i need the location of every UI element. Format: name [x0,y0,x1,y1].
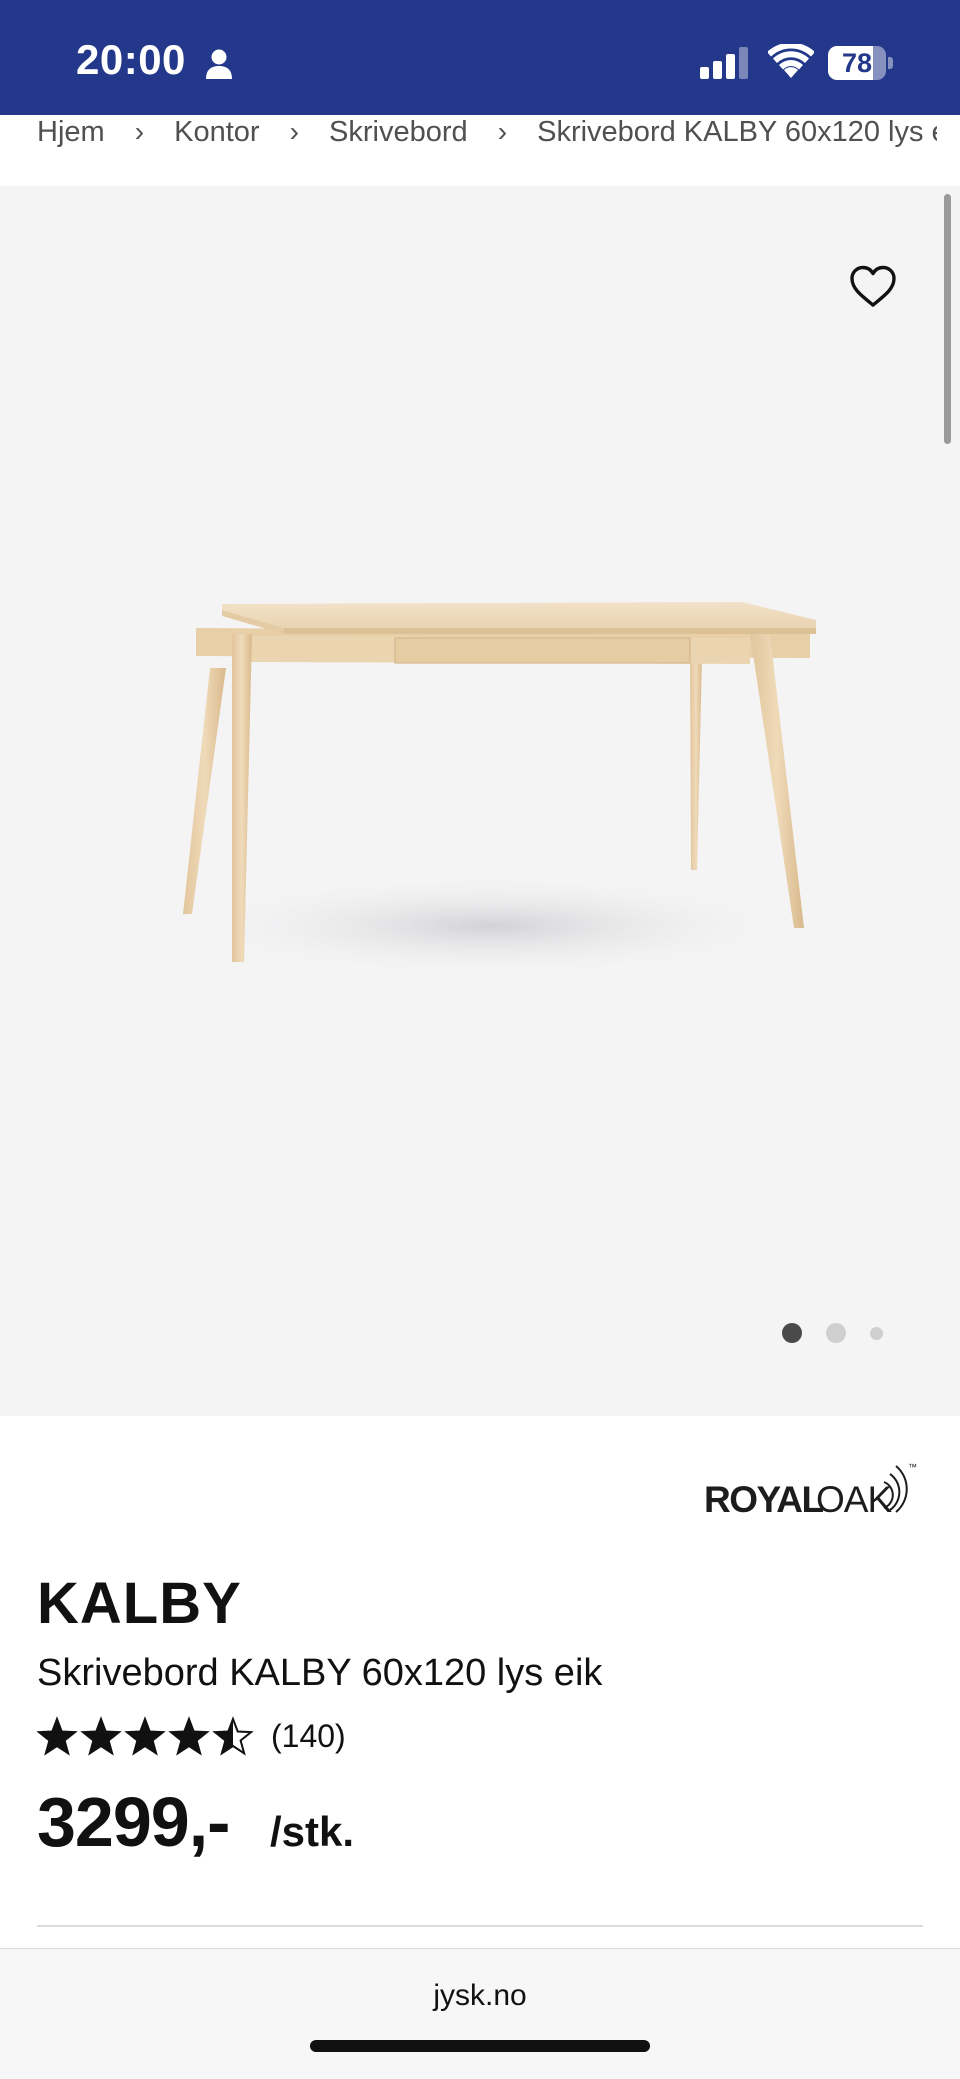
product-price: 3299,- [37,1783,230,1861]
star-fill [82,1719,120,1754]
pagination-dot[interactable] [782,1323,802,1343]
heart-outline-icon [850,265,896,307]
browser-address-bar[interactable]: jysk.no [0,1948,960,2079]
scrollbar[interactable] [944,194,951,444]
star-fill [38,1719,76,1754]
breadcrumb-item-skrivebord[interactable]: Skrivebord [329,114,468,150]
star-fill [126,1719,164,1754]
wifi-icon [768,44,814,78]
cellular-signal-icon [700,47,748,79]
breadcrumb-item-hjem[interactable]: Hjem [37,114,105,150]
product-name: Skrivebord KALBY 60x120 lys eik [37,1652,603,1694]
trademark-symbol: ™ [908,1462,917,1472]
chevron-right-icon: › [134,116,145,147]
status-time: 20:00 [76,36,186,83]
add-to-favorites-button[interactable] [846,260,900,314]
svg-text:OAK: OAK [816,1479,892,1520]
review-count[interactable]: (140) [271,1718,346,1755]
svg-text:ROYAL: ROYAL [704,1479,824,1520]
chevron-right-icon: › [289,116,299,147]
divider [37,1925,923,1927]
product-series: KALBY [37,1571,242,1636]
battery-level: 78 [841,48,873,78]
price-unit: /stk. [270,1808,355,1855]
pagination-dot[interactable] [826,1323,846,1343]
pagination-dot[interactable] [870,1327,883,1340]
desk-product-image [170,602,816,978]
person-icon [206,49,232,79]
breadcrumb: Hjem › Kontor › Skrivebord › Skrivebord … [37,114,937,164]
status-bar: 20:00 78 [0,0,960,115]
royal-oak-logo: ROYAL OAK ™ [704,1462,917,1520]
url-text[interactable]: jysk.no [0,1979,960,2013]
product-image-gallery[interactable] [0,186,960,1416]
star-rating [37,1716,254,1756]
chevron-right-icon: › [497,116,508,147]
breadcrumb-item-kontor[interactable]: Kontor [174,114,259,150]
breadcrumb-item-current-product: Skrivebord KALBY 60x120 lys eik [537,116,937,148]
star-fill [170,1719,208,1754]
battery-icon: 78 [828,46,893,80]
